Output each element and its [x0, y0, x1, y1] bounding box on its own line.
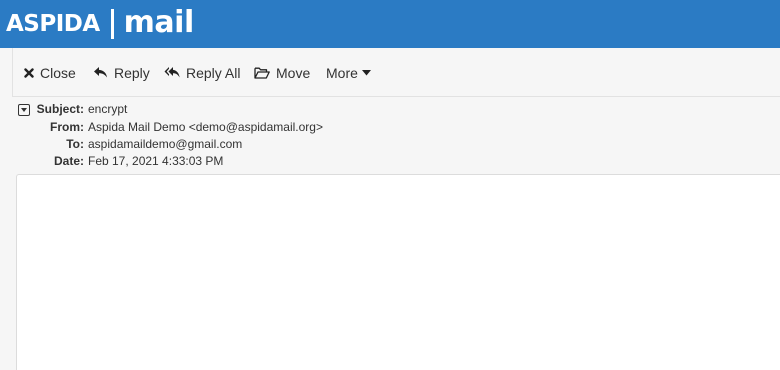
close-button[interactable]: Close — [24, 48, 76, 97]
reply-button-label: Reply — [114, 64, 150, 81]
folder-open-icon — [254, 67, 270, 79]
logo-divider — [110, 9, 114, 39]
reply-all-icon — [164, 66, 180, 79]
logo-product-text: mail — [123, 4, 195, 40]
subject-label: Subject: — [36, 102, 84, 116]
close-button-label: Close — [40, 64, 76, 81]
more-button[interactable]: More — [326, 48, 371, 97]
move-button-label: Move — [276, 64, 311, 81]
from-value[interactable]: Aspida Mail Demo <demo@aspidamail.org> — [88, 119, 323, 136]
from-label: From: — [50, 120, 84, 134]
reply-button[interactable]: Reply — [93, 48, 150, 97]
message-toolbar: Close Reply Reply All Move More — [12, 48, 780, 97]
app-header: ASPIDA mail — [0, 0, 780, 48]
to-label: To: — [66, 137, 84, 151]
reply-all-button-label: Reply All — [186, 64, 241, 81]
date-label: Date: — [53, 154, 84, 168]
reply-icon — [93, 66, 108, 79]
aspida-mail-logo[interactable]: ASPIDA mail — [6, 2, 194, 46]
close-icon — [24, 67, 34, 78]
to-value[interactable]: aspidamaildemo@gmail.com — [88, 136, 242, 153]
message-body[interactable] — [16, 174, 780, 370]
reply-all-button[interactable]: Reply All — [164, 48, 240, 97]
more-button-label: More — [326, 64, 358, 81]
subject-value: encrypt — [88, 102, 128, 116]
move-button[interactable]: Move — [254, 48, 310, 97]
caret-down-icon — [361, 69, 371, 76]
date-value: Feb 17, 2021 4:33:03 PM — [88, 154, 224, 168]
logo-brand-text: ASPIDA — [6, 11, 100, 37]
